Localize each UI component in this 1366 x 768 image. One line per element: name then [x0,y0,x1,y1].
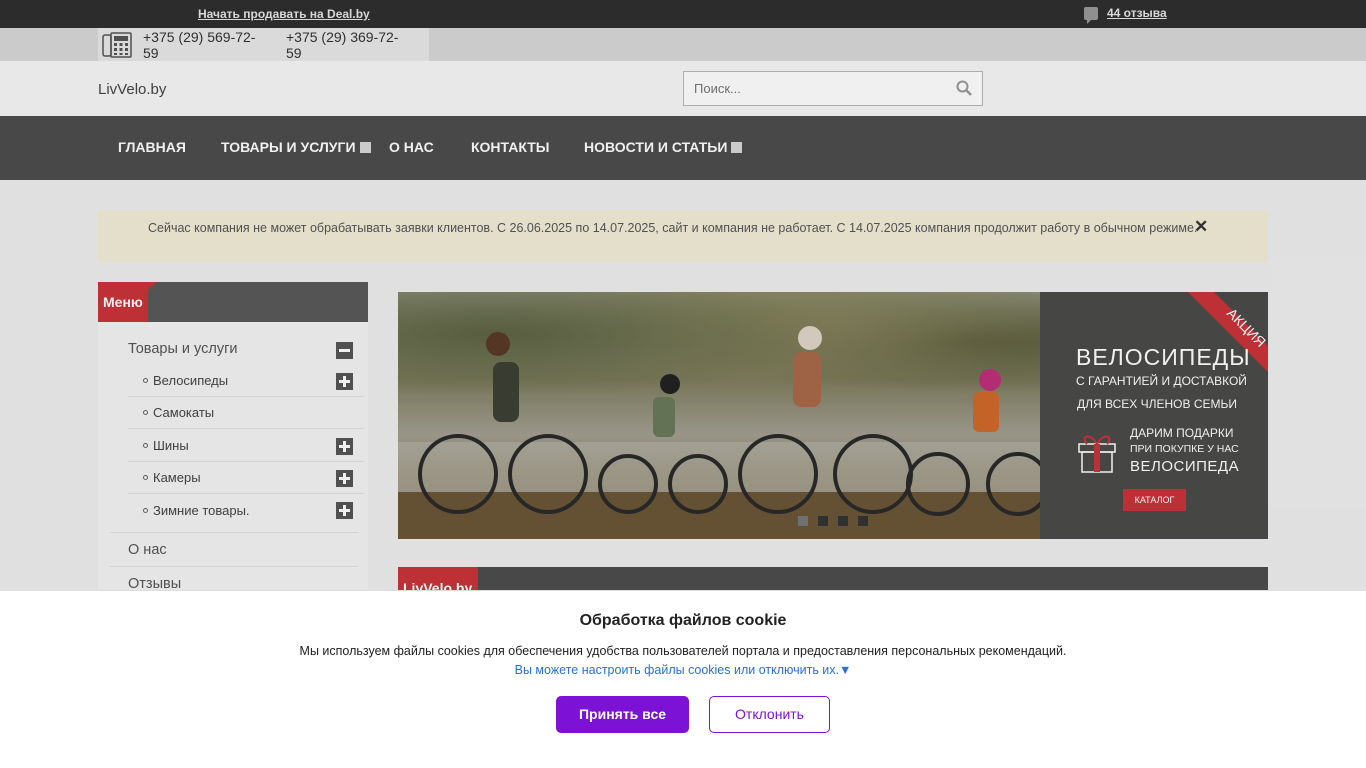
bullet-icon [143,475,148,480]
nav-news[interactable]: НОВОСТИ И СТАТЬИ [584,139,743,155]
expand-icon[interactable] [336,470,353,487]
top-bar: Начать продавать на Deal.by 44 отзыва [0,0,1366,28]
promo-line2: ДЛЯ ВСЕХ ЧЛЕНОВ СЕМЬИ [1077,397,1237,411]
nav-home-label: ГЛАВНАЯ [118,139,186,155]
promo-title: ВЕЛОСИПЕДЫ [1076,344,1251,370]
subitem-label: Шины [153,438,189,453]
nav-contacts[interactable]: КОНТАКТЫ [471,139,549,155]
sidebar-header: Меню [98,282,368,322]
sidebar-item-products[interactable]: Товары и услуги [128,341,237,357]
notice-text: Сейчас компания не может обрабатывать за… [148,221,1198,235]
sidebar-subitem-tubes[interactable]: Камеры [128,462,364,494]
sidebar-subitem-bicycles[interactable]: Велосипеды [128,365,364,397]
reviews-link-group[interactable]: 44 отзыва [1084,6,1167,24]
divider [110,532,358,533]
site-header: LivVelo.by [0,61,1366,116]
phone-number[interactable]: +375 (29) 369-72-59 [286,29,409,61]
slider-dot[interactable] [858,516,868,526]
bullet-icon [143,378,148,383]
nav-products-label: ТОВАРЫ И УСЛУГИ [221,139,356,155]
sidebar-item-about[interactable]: О нас [128,542,167,558]
start-selling-link[interactable]: Начать продавать на Deal.by [198,7,370,21]
phone-bar: +375 (29) 569-72-59 +375 (29) 369-72-59 [0,28,1366,61]
phone-icon [102,31,132,58]
reviews-link[interactable]: 44 отзыва [1107,6,1167,20]
collapse-icon[interactable] [336,342,353,359]
bullet-icon [143,410,148,415]
comment-icon [1084,6,1098,24]
promo-panel: АКЦИЯ ВЕЛОСИПЕДЫ С ГАРАНТИЕЙ И ДОСТАВКОЙ… [1040,292,1268,539]
slider-dots [798,516,878,526]
subitem-label: Камеры [153,470,201,485]
cyclists-illustration [398,326,1040,539]
main-nav: ГЛАВНАЯ ТОВАРЫ И УСЛУГИ О НАС КОНТАКТЫ Н… [0,116,1366,180]
nav-about[interactable]: О НАС [389,139,434,155]
expand-icon[interactable] [336,502,353,519]
subitem-label: Зимние товары. [153,502,250,518]
close-icon[interactable]: ✕ [1194,218,1208,235]
bullet-icon [143,507,148,513]
nav-news-label: НОВОСТИ И СТАТЬИ [584,139,728,155]
sidebar-menu: Меню Товары и услуги Велосипеды Самокаты… [98,282,368,602]
slider-dot[interactable] [798,516,808,526]
expand-icon[interactable] [336,373,353,390]
subitem-label: Самокаты [153,405,215,420]
sidebar-title: Меню [98,282,156,322]
search-input[interactable] [684,72,944,105]
promo-gift-line1: ДАРИМ ПОДАРКИ [1130,426,1234,440]
sidebar-subitem-scooters[interactable]: Самокаты [128,397,364,429]
nav-home[interactable]: ГЛАВНАЯ [118,139,186,155]
slider-dot[interactable] [818,516,828,526]
accept-all-button[interactable]: Принять все [556,696,689,733]
sidebar-subitem-winter[interactable]: Зимние товары. [128,494,364,526]
site-logo[interactable]: LivVelo.by [98,81,166,98]
bullet-icon [143,443,148,448]
promo-line1: С ГАРАНТИЕЙ И ДОСТАВКОЙ [1076,374,1247,388]
sidebar-subitem-tires[interactable]: Шины [128,430,364,462]
notice-banner: Сейчас компания не может обрабатывать за… [98,210,1268,262]
family-cycling-photo [398,292,1040,539]
search-box [683,71,983,106]
nav-about-label: О НАС [389,139,434,155]
slider-dot[interactable] [838,516,848,526]
phone-box: +375 (29) 569-72-59 +375 (29) 369-72-59 [98,28,429,61]
promo-slider[interactable]: АКЦИЯ ВЕЛОСИПЕДЫ С ГАРАНТИЕЙ И ДОСТАВКОЙ… [398,292,1268,539]
reject-button[interactable]: Отклонить [709,696,830,733]
cookie-message: Мы используем файлы cookies для обеспече… [299,644,1067,658]
nav-contacts-label: КОНТАКТЫ [471,139,550,155]
dropdown-icon [731,141,743,153]
phone-number[interactable]: +375 (29) 569-72-59 [143,29,266,61]
promo-gift-line2: ПРИ ПОКУПКЕ У НАС [1130,443,1239,455]
cookie-consent-panel: Обработка файлов cookie Мы используем фа… [0,590,1366,768]
promo-gift-line3: ВЕЛОСИПЕДА [1130,458,1240,475]
subitem-label: Велосипеды [153,373,229,388]
gift-icon [1078,435,1116,473]
divider [110,566,358,567]
nav-products[interactable]: ТОВАРЫ И УСЛУГИ [221,139,371,155]
dropdown-icon [359,141,371,153]
catalog-button[interactable]: КАТАЛОГ [1123,489,1186,511]
cookie-settings-link[interactable]: Вы можете настроить файлы cookies или от… [0,663,1366,677]
expand-icon[interactable] [336,438,353,455]
cookie-title: Обработка файлов cookie [579,612,787,629]
search-icon[interactable] [956,80,972,96]
